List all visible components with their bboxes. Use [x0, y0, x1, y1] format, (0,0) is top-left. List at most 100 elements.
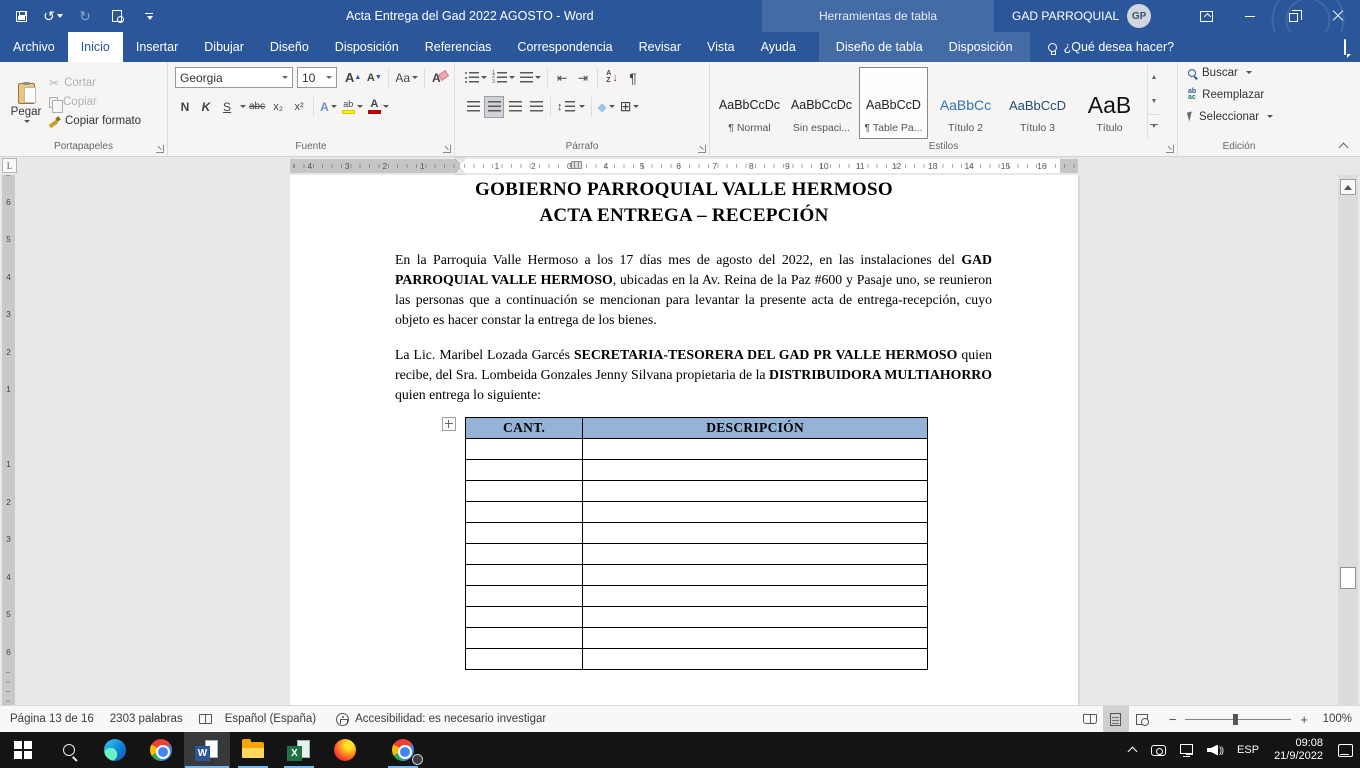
- table-cell-descripcion[interactable]: [583, 523, 928, 544]
- table-move-handle[interactable]: [442, 417, 456, 431]
- styles-more-button[interactable]: ▼: [1148, 114, 1160, 139]
- font-color-button[interactable]: A: [366, 96, 391, 118]
- minimize-button[interactable]: [1228, 0, 1272, 32]
- vertical-ruler[interactable]: 654321123456: [2, 175, 15, 705]
- table-cell-cant[interactable]: [466, 544, 583, 565]
- table-cell-cant[interactable]: [466, 565, 583, 586]
- tray-network-button[interactable]: [1173, 732, 1200, 768]
- superscript-button[interactable]: x²: [289, 96, 309, 118]
- taskbar-chrome-button[interactable]: [138, 732, 184, 768]
- styles-scroll-down-button[interactable]: ▼: [1148, 89, 1160, 113]
- decrease-indent-button[interactable]: ⇤: [552, 67, 572, 89]
- ribbon-tab[interactable]: Diseño: [257, 32, 322, 62]
- account-area[interactable]: GAD PARROQUIAL GP: [1012, 0, 1151, 32]
- tray-volume-button[interactable]: )): [1200, 732, 1230, 768]
- undo-button[interactable]: ↺: [40, 3, 66, 29]
- ribbon-display-options-button[interactable]: [1184, 0, 1228, 32]
- ribbon-tab[interactable]: Disposición: [322, 32, 412, 62]
- table-cell-cant[interactable]: [466, 481, 583, 502]
- proofing-button[interactable]: [199, 714, 212, 724]
- scroll-up-button[interactable]: [1340, 179, 1356, 195]
- tray-clock[interactable]: 09:08 21/9/2022: [1266, 737, 1331, 763]
- tell-me-box[interactable]: ¿Qué desea hacer?: [1048, 32, 1175, 62]
- document-paragraph[interactable]: En la Parroquia Valle Hermoso a los 17 d…: [395, 250, 992, 330]
- bold-button[interactable]: N: [175, 96, 195, 118]
- align-center-button[interactable]: [484, 96, 504, 118]
- contextual-tab[interactable]: Disposición: [936, 32, 1026, 62]
- find-button[interactable]: Buscar: [1188, 63, 1295, 82]
- taskbar-chrome-profile-button[interactable]: [380, 732, 426, 768]
- document-table[interactable]: CANT.DESCRIPCIÓN: [465, 417, 928, 670]
- style-card[interactable]: AaBbCc Título 2: [931, 67, 1000, 139]
- table-cell-descripcion[interactable]: [583, 481, 928, 502]
- word-count[interactable]: 2303 palabras: [110, 713, 183, 725]
- vertical-scrollbar[interactable]: [1338, 175, 1358, 705]
- table-cell-cant[interactable]: [466, 460, 583, 481]
- ribbon-tab[interactable]: Insertar: [123, 32, 191, 62]
- bullets-button[interactable]: [463, 67, 489, 89]
- document-heading-line1[interactable]: GOBIERNO PARROQUIAL VALLE HERMOSO: [290, 177, 1078, 203]
- italic-button[interactable]: K: [196, 96, 216, 118]
- read-mode-button[interactable]: [1077, 706, 1103, 732]
- table-column-marker[interactable]: [571, 161, 582, 169]
- text-run[interactable]: La Lic. Maribel Lozada Garcés: [395, 347, 574, 362]
- subscript-button[interactable]: x₂: [268, 96, 288, 118]
- copy-button[interactable]: Copiar: [49, 94, 141, 110]
- line-spacing-button[interactable]: ↕: [555, 96, 587, 118]
- text-run[interactable]: SECRETARIA-TESORERA DEL GAD PR VALLE HER…: [574, 347, 957, 362]
- ribbon-tab[interactable]: Correspondencia: [504, 32, 625, 62]
- style-card[interactable]: AaBbCcD Título 3: [1003, 67, 1072, 139]
- table-cell-descripcion[interactable]: [583, 544, 928, 565]
- strikethrough-button[interactable]: abc: [247, 96, 267, 118]
- document-paragraph[interactable]: La Lic. Maribel Lozada Garcés SECRETARIA…: [395, 345, 992, 405]
- comments-button[interactable]: [1344, 40, 1346, 54]
- borders-button[interactable]: ⊞: [618, 96, 642, 118]
- ribbon-tab[interactable]: Inicio: [68, 32, 123, 62]
- ribbon-tab[interactable]: Archivo: [0, 32, 68, 62]
- table-cell-descripcion[interactable]: [583, 628, 928, 649]
- taskbar-search-button[interactable]: [46, 732, 92, 768]
- customize-qat-button[interactable]: [136, 3, 162, 29]
- zoom-slider-thumb[interactable]: [1233, 714, 1238, 725]
- dialog-launcher-icon[interactable]: [698, 145, 706, 153]
- chevron-down-icon[interactable]: [240, 105, 246, 108]
- dialog-launcher-icon[interactable]: [156, 145, 164, 153]
- restore-button[interactable]: [1272, 0, 1316, 32]
- document-page[interactable]: GOBIERNO PARROQUIAL VALLE HERMOSO ACTA E…: [290, 175, 1078, 705]
- ribbon-tab[interactable]: Vista: [694, 32, 748, 62]
- zoom-out-button[interactable]: −: [1169, 712, 1177, 727]
- table-cell-cant[interactable]: [466, 586, 583, 607]
- table-cell-descripcion[interactable]: [583, 502, 928, 523]
- sort-button[interactable]: AZ↓: [602, 67, 622, 89]
- shading-button[interactable]: ◆: [596, 96, 617, 118]
- document-heading[interactable]: GOBIERNO PARROQUIAL VALLE HERMOSO ACTA E…: [290, 175, 1078, 229]
- start-button[interactable]: [0, 732, 46, 768]
- dialog-launcher-icon[interactable]: [443, 145, 451, 153]
- tray-meet-now-button[interactable]: [1144, 732, 1173, 768]
- ribbon-tab[interactable]: Dibujar: [191, 32, 257, 62]
- table-cell-cant[interactable]: [466, 649, 583, 670]
- indent-markers[interactable]: [455, 157, 465, 175]
- table-cell-cant[interactable]: [466, 628, 583, 649]
- ribbon-tab[interactable]: Revisar: [626, 32, 694, 62]
- font-size-combo[interactable]: 10: [297, 67, 337, 88]
- web-layout-button[interactable]: [1129, 706, 1155, 732]
- tab-stop-selector[interactable]: L: [2, 158, 17, 173]
- save-button[interactable]: [8, 3, 34, 29]
- taskbar-excel-button[interactable]: X: [276, 732, 322, 768]
- accessibility-button[interactable]: [336, 713, 349, 726]
- style-card[interactable]: AaBbCcD ¶ Table Pa...: [859, 67, 928, 139]
- zoom-slider[interactable]: [1185, 719, 1291, 720]
- collapse-ribbon-button[interactable]: [1339, 141, 1348, 150]
- document-heading-line2[interactable]: ACTA ENTREGA – RECEPCIÓN: [290, 203, 1078, 229]
- table-header-cell[interactable]: CANT.: [466, 418, 583, 439]
- ribbon-tab[interactable]: Ayuda: [748, 32, 809, 62]
- change-case-button[interactable]: Aa: [393, 67, 420, 89]
- zoom-percentage[interactable]: 100%: [1308, 713, 1352, 725]
- table-cell-cant[interactable]: [466, 439, 583, 460]
- style-card[interactable]: AaBbCcDc ¶ Normal: [715, 67, 784, 139]
- highlight-button[interactable]: ab: [340, 96, 365, 118]
- language-indicator[interactable]: Español (España): [225, 713, 316, 725]
- avatar[interactable]: GP: [1127, 4, 1151, 28]
- justify-button[interactable]: [526, 96, 546, 118]
